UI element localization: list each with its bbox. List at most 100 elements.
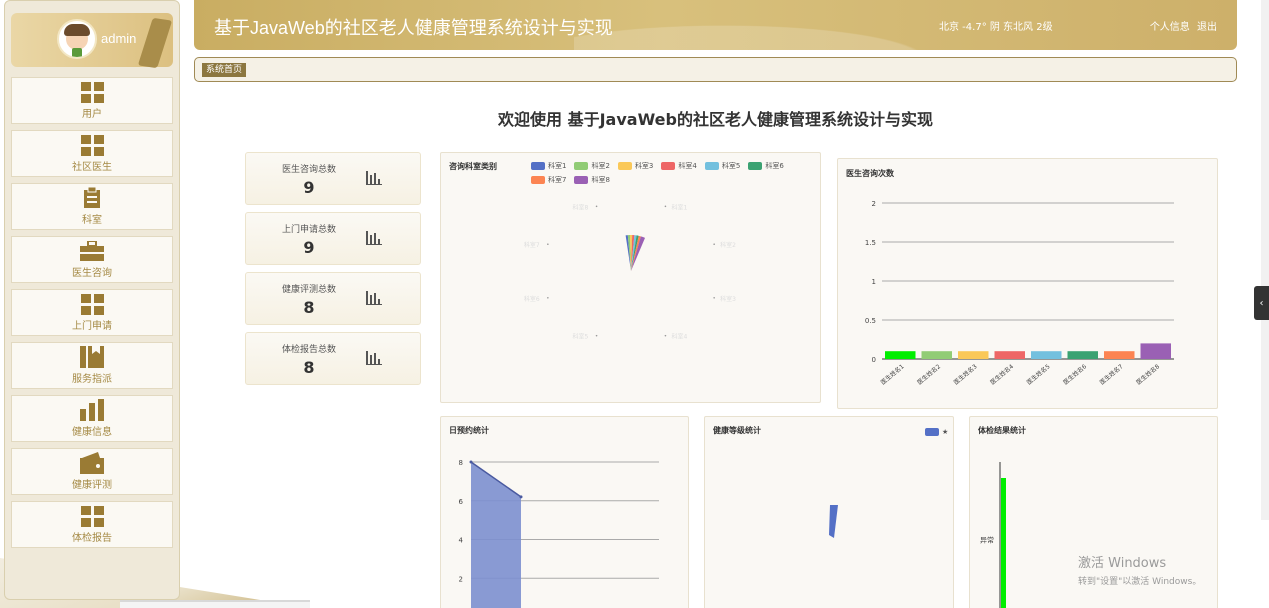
- pie-label-anchor: [547, 296, 549, 299]
- bar: [1031, 351, 1062, 359]
- stat-value: 8: [303, 298, 315, 317]
- user-links: 个人信息 退出: [1146, 18, 1217, 33]
- pie-label-anchor: [547, 243, 549, 246]
- y-tick-label: 4: [459, 537, 464, 545]
- stat-value: 8: [303, 358, 315, 377]
- clipboard-icon: [84, 187, 100, 208]
- sidebar-item-label: 体检报告: [72, 533, 112, 544]
- bar: [921, 351, 952, 359]
- avatar[interactable]: [57, 19, 97, 59]
- pie-chart: 科室1 科室2 科室3 科室4 科室5 科室6 科室7 科室8: [524, 203, 736, 341]
- pie-label: 科室8: [573, 203, 589, 211]
- pie-label-anchor: [595, 334, 598, 337]
- pie-label: 科室7: [524, 241, 540, 249]
- sidebar-item-health-info[interactable]: 健康信息: [11, 395, 173, 442]
- sidebar-item-departments[interactable]: 科室: [11, 183, 173, 230]
- bar: [1140, 343, 1171, 359]
- sidebar-item-label: 科室: [82, 215, 102, 226]
- stat-label: 健康评测总数: [281, 285, 336, 295]
- pie-label-anchor: [595, 205, 598, 208]
- grid-icon: [80, 505, 104, 527]
- sidebar-item-label: 社区医生: [72, 162, 112, 173]
- sidebar-item-label: 医生咨询: [72, 268, 112, 279]
- stat-label: 上门申请总数: [281, 225, 336, 235]
- area-chart: 2 4 6 8: [459, 459, 659, 608]
- pie-label: 科室6: [524, 295, 540, 303]
- bar-chart-icon: [366, 291, 382, 305]
- top-header: 基于JavaWeb的社区老人健康管理系统设计与实现 北京 -4.7° 阴 东北风…: [194, 0, 1237, 50]
- pie-label-anchor: [713, 243, 715, 246]
- pie-label-anchor: [664, 205, 667, 208]
- page-scrollbar[interactable]: [1261, 0, 1269, 520]
- pie-label: 科室3: [720, 295, 736, 303]
- sidebar-item-label: 服务指派: [72, 374, 112, 385]
- sidebar-item-health-assessment[interactable]: 健康评测: [11, 448, 173, 495]
- x-tick-label: 医生姓名8: [1135, 362, 1162, 386]
- chart-panel-doctor-consultations: 医生咨询次数 0 0.5 1 1.5 2 医生姓名1 医生姓名2 医生姓名3 医生姓名4 医生姓名…: [837, 158, 1218, 409]
- chevron-left-icon: ‹: [1259, 297, 1264, 309]
- pie-label: 科室2: [720, 241, 736, 249]
- ribbon-decoration: [137, 17, 173, 69]
- bar: [885, 351, 916, 359]
- sidebar-item-label: 用户: [82, 109, 102, 120]
- sidebar-item-consultation[interactable]: 医生咨询: [11, 236, 173, 283]
- sidebar-item-checkup-report[interactable]: 体检报告: [11, 501, 173, 548]
- stat-card-assessments: 健康评测总数 8: [245, 272, 421, 325]
- logout-link[interactable]: 退出: [1197, 22, 1217, 33]
- breadcrumb: 系统首页: [194, 57, 1237, 82]
- stat-label: 医生咨询总数: [281, 165, 336, 175]
- stat-label: 体检报告总数: [281, 345, 336, 355]
- x-tick-label: 医生姓名6: [1062, 362, 1089, 386]
- profile-link[interactable]: 个人信息: [1150, 22, 1190, 33]
- y-tick-label: 2: [872, 200, 876, 208]
- bar-chart-icon: [366, 231, 382, 245]
- y-tick-label: 6: [459, 498, 464, 506]
- data-point: [469, 460, 473, 464]
- bar-chart: 0 0.5 1 1.5 2 医生姓名1 医生姓名2 医生姓名3 医生姓名4 医生姓名5 医生姓名6 医…: [865, 200, 1174, 386]
- briefcase-icon: [80, 241, 104, 261]
- sidebar-menu: 用户 社区医生 科室 医生咨询 上门申请 服务指派 健康信息 健康评测 体检报告: [11, 77, 173, 554]
- sidebar-item-users[interactable]: 用户: [11, 77, 173, 124]
- watermark-line1: 激活 Windows: [1078, 556, 1167, 571]
- pie-label: 科室4: [671, 333, 687, 341]
- bar: [1001, 478, 1006, 608]
- pie-chart: [829, 505, 838, 538]
- x-tick-label: 医生姓名1: [879, 362, 906, 386]
- pie-label: 科室1: [671, 203, 687, 211]
- bar: [994, 351, 1025, 359]
- grid-icon: [80, 293, 104, 315]
- chart-panel-daily-appointments: 日预约统计 2468: [440, 416, 689, 608]
- pie-label: 科室5: [573, 333, 589, 341]
- page-title: 欢迎使用 基于JavaWeb的社区老人健康管理系统设计与实现: [498, 110, 933, 129]
- stat-card-home-visits: 上门申请总数 9: [245, 212, 421, 265]
- x-tick-label: 医生姓名4: [989, 362, 1016, 386]
- sidebar-item-doctors[interactable]: 社区医生: [11, 130, 173, 177]
- app-title: 基于JavaWeb的社区老人健康管理系统设计与实现: [214, 18, 613, 38]
- sidebar-item-service-assign[interactable]: 服务指派: [11, 342, 173, 389]
- sidebar-item-label: 健康评测: [72, 480, 112, 491]
- weather-info: 北京 -4.7° 阴 东北风 2级: [939, 22, 1053, 33]
- watermark-line2: 转到"设置"以激活 Windows。: [1078, 577, 1202, 587]
- bookmark-icon: [80, 346, 104, 368]
- y-tick-label: 异常: [980, 536, 994, 545]
- y-tick-label: 2: [459, 575, 463, 583]
- bar-chart-icon: [366, 351, 382, 365]
- user-name: admin: [101, 31, 137, 46]
- area-fill: [471, 462, 521, 608]
- bar: [1104, 351, 1135, 359]
- pie-slice: [829, 505, 838, 538]
- breadcrumb-home[interactable]: 系统首页: [202, 63, 247, 77]
- y-tick-label: 0.5: [865, 317, 876, 325]
- sidebar-item-label: 健康信息: [72, 427, 112, 438]
- bar-chart-icon: [80, 399, 104, 421]
- x-tick-label: 医生姓名7: [1098, 362, 1125, 386]
- pie-label-anchor: [664, 334, 667, 337]
- collapse-panel-button[interactable]: ‹: [1254, 286, 1269, 320]
- sidebar-item-label: 上门申请: [72, 321, 112, 332]
- chart-panel-health-levels: 健康等级统计 ★: [704, 416, 954, 608]
- y-tick-label: 0: [872, 356, 876, 364]
- stat-value: 9: [303, 178, 315, 197]
- grid-icon: [80, 81, 104, 103]
- user-panel: admin: [11, 13, 173, 69]
- sidebar-item-home-visit[interactable]: 上门申请: [11, 289, 173, 336]
